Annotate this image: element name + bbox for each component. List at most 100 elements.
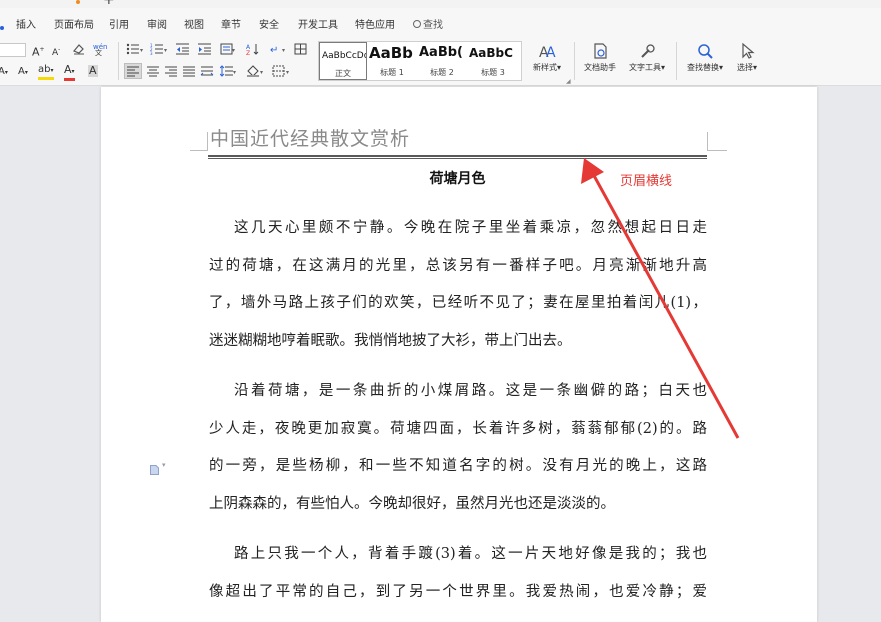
new-tab-icon[interactable]: + xyxy=(103,0,115,7)
align-center-icon xyxy=(147,66,159,77)
ribbon-separator-3 xyxy=(676,42,677,80)
svg-text:▾: ▾ xyxy=(260,69,263,76)
increase-indent-button[interactable] xyxy=(198,43,212,58)
paragraph-1-line-2[interactable]: 过的荷塘，在这满月的光里，总该另有一番样子吧。月亮渐渐地升高 xyxy=(209,255,707,277)
doc-assistant-label: 文档助手 xyxy=(584,63,616,72)
borders-button[interactable]: ▾ xyxy=(272,65,292,80)
svg-text:↵: ↵ xyxy=(270,45,278,55)
svg-text:▾: ▾ xyxy=(232,47,235,54)
style-normal[interactable]: AaBbCcDd 正文 xyxy=(319,42,367,80)
new-style-text: 新样式 xyxy=(532,63,557,72)
window-top-strip: + xyxy=(0,0,881,8)
document-outline-caret-icon[interactable]: ▾ xyxy=(162,461,166,469)
align-left-icon xyxy=(127,66,139,77)
header-corner-left xyxy=(190,150,208,151)
tab-insert[interactable]: 插入 xyxy=(16,20,36,32)
unsaved-indicator-icon xyxy=(76,0,80,4)
new-style-label: 新样式▾ xyxy=(532,63,561,72)
paragraph-3-line-2[interactable]: 像超出了平常的自己，到了另一个世界里。我爱热闹，也爱冷静；爱 xyxy=(209,581,707,603)
bullet-list-icon: ▾ xyxy=(126,43,143,55)
menu-bullet-icon xyxy=(0,26,4,30)
style-heading-2-sample: AaBb( xyxy=(419,45,463,60)
paragraph-2-line-4[interactable]: 上阴森森的，有些怕人。今晚却很好，虽然月光也还是淡淡的。 xyxy=(209,493,707,515)
cursor-arrow-icon xyxy=(742,42,755,59)
paragraph-1-line-3[interactable]: 了，墙外马路上孩子们的欢笑，已经听不见了；妻在屋里拍着闰儿(1)， xyxy=(209,292,707,314)
paragraph-3-line-1[interactable]: 路上只我一个人，背着手踱(3)着。这一片天地好像是我的；我也 xyxy=(234,543,707,565)
show-marks-button[interactable]: ↵ ▾ xyxy=(270,43,288,58)
table-layout-button[interactable] xyxy=(294,43,308,58)
char-shading-button[interactable]: A xyxy=(88,65,98,77)
search-command[interactable]: 查找 xyxy=(413,20,443,32)
search-icon xyxy=(413,20,421,28)
paragraph-2-line-3[interactable]: 的一旁，是些杨柳，和一些不知道名字的树。没有月光的晚上，这路 xyxy=(209,455,707,477)
text-tools-button[interactable]: 文字工具▾ xyxy=(624,42,670,73)
line-spacing-button[interactable]: ▾ xyxy=(219,65,238,80)
tab-review[interactable]: 审阅 xyxy=(147,20,167,32)
paint-bucket-icon: ▾ xyxy=(247,65,263,77)
style-heading-2[interactable]: AaBb( 标题 2 xyxy=(417,42,467,80)
tab-developer[interactable]: 开发工具 xyxy=(298,20,338,32)
doc-assistant-button[interactable]: 文档助手 xyxy=(580,42,620,73)
clear-format-button[interactable] xyxy=(72,42,85,58)
highlight-button[interactable]: ab▾ xyxy=(38,64,54,80)
paragraph-mark-icon: ↵ ▾ xyxy=(270,45,285,56)
font-shrink-button[interactable]: A- xyxy=(52,44,60,59)
justify-icon xyxy=(183,66,195,77)
align-right-button[interactable] xyxy=(164,65,178,80)
find-replace-label: 查找替换▾ xyxy=(686,63,723,72)
select-button[interactable]: 选择▾ xyxy=(732,42,762,73)
paragraph-1-line-4[interactable]: 迷迷糊糊地哼着眠歌。我悄悄地披了大衫，带上门出去。 xyxy=(209,330,707,352)
font-grow-button[interactable]: A+ xyxy=(32,44,45,59)
text-effect-button[interactable]: A▾ xyxy=(0,66,8,79)
tab-page-layout[interactable]: 页面布局 xyxy=(54,20,94,32)
distributed-align-icon xyxy=(200,66,214,76)
page-header-text[interactable]: 中国近代经典散文赏析 xyxy=(210,124,410,151)
new-style-button[interactable]: AA 新样式▾ xyxy=(527,42,567,73)
style-heading-3[interactable]: AaBbC 标题 3 xyxy=(467,42,519,80)
text-color-button[interactable]: A▾ xyxy=(64,64,75,81)
distributed-align-button[interactable] xyxy=(200,65,214,80)
decrease-indent-button[interactable] xyxy=(176,43,190,58)
tab-view[interactable]: 视图 xyxy=(184,20,204,32)
numbered-list-button[interactable]: 1 2 3 ▾ xyxy=(150,43,168,58)
document-outline-icon[interactable] xyxy=(150,460,159,475)
style-normal-sample: AaBbCcDd xyxy=(322,51,367,61)
style-heading-3-sample: AaBbC xyxy=(469,46,513,60)
svg-text:▾: ▾ xyxy=(164,47,167,54)
header-rule-thick xyxy=(208,155,707,157)
chinese-layout-icon: ▾ xyxy=(220,43,235,55)
menu-bar: 插入 页面布局 引用 审阅 视图 章节 安全 开发工具 特色应用 查找 xyxy=(0,8,881,36)
font-color-dropdown[interactable]: A▾ xyxy=(18,66,28,79)
text-tools-label: 文字工具▾ xyxy=(628,63,665,72)
align-center-button[interactable] xyxy=(146,65,160,80)
select-label: 选择▾ xyxy=(736,63,757,72)
style-heading-2-name: 标题 2 xyxy=(430,68,454,77)
find-replace-text: 查找替换 xyxy=(686,63,719,72)
justify-button[interactable] xyxy=(182,65,196,80)
tab-security[interactable]: 安全 xyxy=(259,20,279,32)
align-left-button[interactable] xyxy=(124,63,142,79)
tab-references[interactable]: 引用 xyxy=(109,20,129,32)
header-corner-right xyxy=(707,150,727,151)
pinyin-button[interactable]: wén 文 xyxy=(92,42,108,59)
svg-text:▾: ▾ xyxy=(286,69,289,76)
bullet-list-button[interactable]: ▾ xyxy=(126,43,144,58)
paragraph-1-line-1[interactable]: 这几天心里颇不宁静。今晚在院子里坐着乘凉，忽然想起日日走 xyxy=(234,217,707,239)
paragraph-2-line-1[interactable]: 沿着荷塘，是一条曲折的小煤屑路。这是一条幽僻的路；白天也 xyxy=(234,380,707,402)
tab-chapter[interactable]: 章节 xyxy=(221,20,241,32)
find-replace-button[interactable]: 查找替换▾ xyxy=(682,42,728,73)
tab-special-apps[interactable]: 特色应用 xyxy=(355,20,395,32)
sort-button[interactable]: AZ xyxy=(246,43,262,58)
char-shading-icon: A xyxy=(89,64,97,77)
doc-assistant-icon xyxy=(594,43,607,59)
borders-icon: ▾ xyxy=(272,65,289,77)
font-size-field[interactable] xyxy=(0,43,26,57)
svg-text:A: A xyxy=(546,45,556,60)
paragraph-2-line-2[interactable]: 少人走，夜晚更加寂寞。荷塘四面，长着许多树，蓊蓊郁郁(2)的。路 xyxy=(209,418,707,440)
style-heading-1[interactable]: AaBb 标题 1 xyxy=(367,42,417,80)
shading-button[interactable]: ▾ xyxy=(246,65,266,80)
header-corner-right-v xyxy=(707,132,708,151)
font-grow-icon: A xyxy=(32,45,40,59)
ribbon-separator-2 xyxy=(574,42,575,80)
chinese-layout-button[interactable]: ▾ xyxy=(220,43,236,58)
